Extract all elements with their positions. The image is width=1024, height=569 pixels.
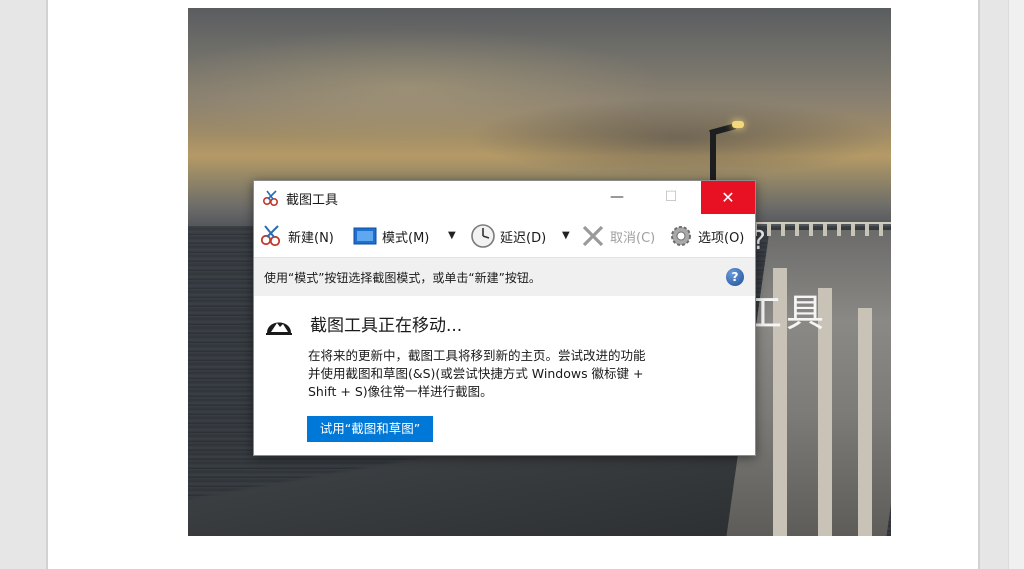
delay-button[interactable]: 延迟(D) <box>470 221 546 251</box>
gear-icon <box>671 226 691 246</box>
mode-label: 模式(M) <box>382 230 430 246</box>
cancel-button[interactable]: 取消(C) <box>580 221 655 251</box>
close-button[interactable]: ✕ <box>701 181 755 214</box>
pier-railing <box>753 222 891 236</box>
hint-bar: 使用“模式”按钮选择截图模式，或单击“新建”按钮。 ? <box>254 257 755 296</box>
mode-dropdown-arrow[interactable]: ▼ <box>448 221 456 251</box>
title-bar[interactable]: 截图工具 — ☐ ✕ <box>254 181 755 214</box>
mode-icon <box>353 227 377 245</box>
clock-icon <box>471 224 495 248</box>
new-button[interactable]: 新建(N) <box>258 221 334 251</box>
delay-dropdown-arrow[interactable]: ▼ <box>562 221 570 251</box>
options-label: 选项(O) <box>698 230 745 246</box>
notice-line-3: Shift + S)像往常一样进行截图。 <box>308 384 493 399</box>
notice-title: 截图工具正在移动... <box>310 316 463 336</box>
page-shadow-right <box>978 0 980 569</box>
toolbar: 新建(N) 模式(M) ▼ 延迟(D) ▼ 取消(C) 选项(O) <box>254 221 755 251</box>
minimize-button[interactable]: — <box>594 181 640 214</box>
options-button[interactable]: 选项(O) <box>668 221 744 251</box>
overlay-text: 工具 <box>744 291 829 335</box>
cancel-label: 取消(C) <box>610 230 656 246</box>
maximize-button[interactable]: ☐ <box>648 181 694 214</box>
hint-text: 使用“模式”按钮选择截图模式，或单击“新建”按钮。 <box>264 271 541 285</box>
snipping-tool-window: 截图工具 — ☐ ✕ 新建(N) 模式(M) ▼ 延迟(D) ▼ 取消(C) 选… <box>253 180 756 456</box>
snip-sketch-icon <box>266 322 292 335</box>
lamp-light <box>732 121 744 128</box>
new-label: 新建(N) <box>288 230 334 246</box>
help-icon[interactable]: ? <box>726 268 744 286</box>
mode-button[interactable]: 模式(M) <box>352 221 429 251</box>
scrollbar-track[interactable] <box>1008 0 1024 569</box>
notice-line-1: 在将来的更新中，截图工具将移到新的主页。尝试改进的功能 <box>308 348 646 363</box>
notice-body: 在将来的更新中，截图工具将移到新的主页。尝试改进的功能 并使用截图和草图(&S)… <box>308 347 708 401</box>
cancel-x-icon <box>582 225 604 247</box>
snipping-tool-icon <box>262 190 279 207</box>
try-snip-sketch-button[interactable]: 试用“截图和草图” <box>307 416 433 442</box>
notice-line-2: 并使用截图和草图(&S)(或尝试快捷方式 Windows 徽标键 + <box>308 366 644 381</box>
window-title: 截图工具 <box>286 193 339 208</box>
notice-panel: 截图工具正在移动... 在将来的更新中，截图工具将移到新的主页。尝试改进的功能 … <box>254 296 755 455</box>
new-snip-icon <box>260 225 281 247</box>
delay-label: 延迟(D) <box>500 230 547 246</box>
